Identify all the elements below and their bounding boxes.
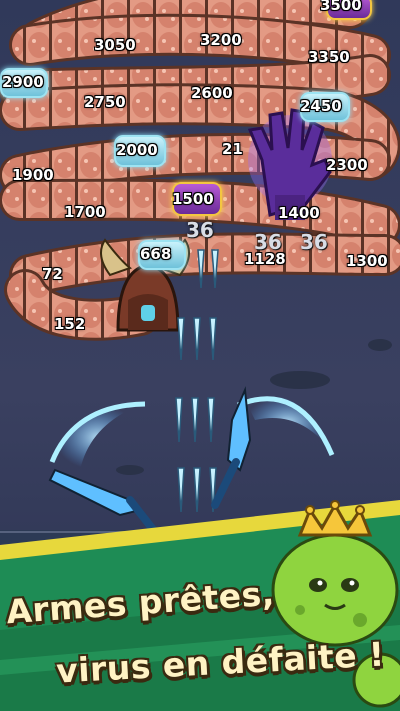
enemy-value: 2450 xyxy=(300,97,342,115)
enemy-value: 3200 xyxy=(200,31,242,49)
damage-number: 36 xyxy=(300,230,328,254)
enemy-value: 3350 xyxy=(308,48,350,66)
enemy-value: 1700 xyxy=(64,203,106,221)
damage-number: 36 xyxy=(186,218,214,242)
enemy-value: 1300 xyxy=(346,252,388,270)
enemy-value: 2750 xyxy=(84,93,126,111)
enemy-value: 2000 xyxy=(116,141,158,159)
enemy-value: 1900 xyxy=(12,166,54,184)
enemy-value: 3500 xyxy=(320,0,362,14)
enemy-value: 72 xyxy=(42,265,63,283)
enemy-value: 3050 xyxy=(94,36,136,54)
enemy-value: 2300 xyxy=(326,156,368,174)
enemy-value: 1500 xyxy=(172,190,214,208)
enemy-value: 1400 xyxy=(278,204,320,222)
promo-caption: Armes prêtes, virus en défaite ! xyxy=(0,573,400,711)
enemy-value: 668 xyxy=(140,245,172,263)
game-scene[interactable]: 3500 3050 3200 3350 2900 2750 2600 2450 … xyxy=(0,0,400,711)
caption-line-1: Armes prêtes, xyxy=(4,573,276,632)
crown-icon xyxy=(297,500,373,537)
damage-number: 36 xyxy=(254,230,282,254)
enemy-value: 2600 xyxy=(191,84,233,102)
enemy-value: 2900 xyxy=(2,73,44,91)
caption-line-2: virus en défaite ! xyxy=(55,634,386,691)
enemy-value: 21 xyxy=(222,140,243,158)
enemy-value: 152 xyxy=(54,315,86,333)
